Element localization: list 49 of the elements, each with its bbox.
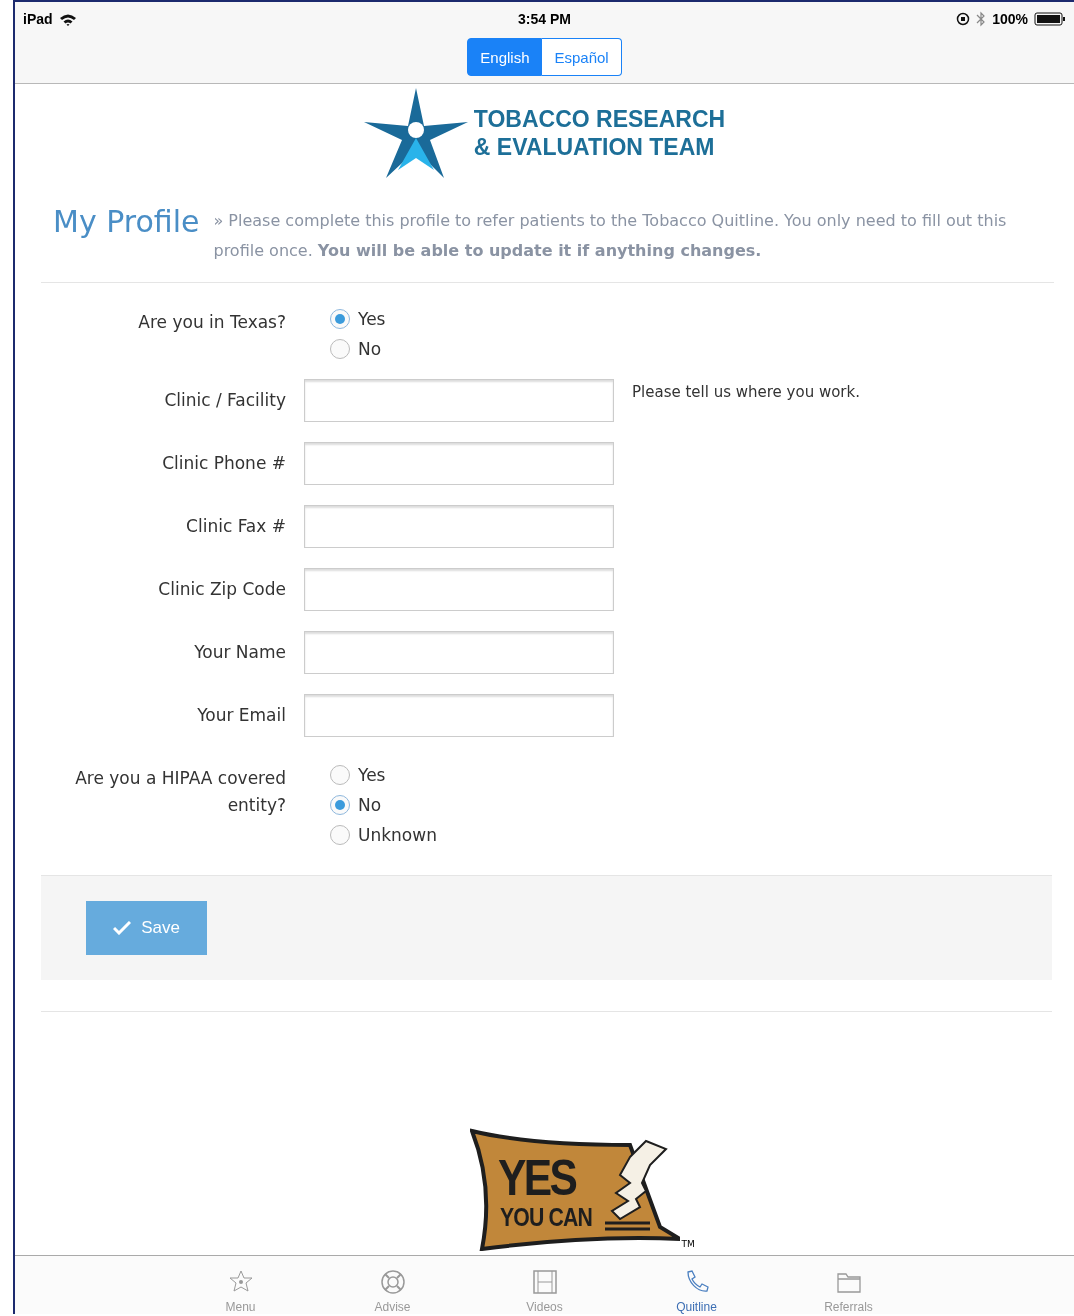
language-tab[interactable]: English	[467, 38, 543, 76]
logo-text: TOBACCO RESEARCH	[473, 105, 726, 133]
field-label: Are you a HIPAA covered entity?	[74, 767, 286, 817]
field-label: Clinic / Facility	[163, 389, 286, 412]
radio-button[interactable]	[330, 795, 350, 815]
lifebuoy-icon	[378, 1268, 407, 1296]
film-icon	[530, 1268, 559, 1296]
radio-button[interactable]	[330, 339, 350, 359]
battery-percentage: 100%	[992, 11, 1028, 27]
intro-text: » Please complete this profile to refer patients to the Tobacco Quitline. You only need to fill out this profile once. You will be able to update it if anything changes.	[213, 210, 1008, 262]
input-field[interactable]	[304, 568, 614, 611]
radio-button[interactable]	[330, 765, 350, 785]
field-label: Your Name	[193, 641, 286, 664]
language-tab[interactable]: Español	[542, 38, 622, 76]
tab-bar-item[interactable]: Quitline	[620, 1256, 773, 1314]
field-label: Your Email	[196, 704, 286, 727]
tab-bar-item[interactable]: Videos	[468, 1256, 621, 1314]
radio-label: Yes	[358, 765, 386, 785]
wifi-icon	[58, 12, 77, 26]
radio-label: No	[358, 339, 382, 359]
save-button[interactable]: Save	[86, 901, 207, 955]
input-field[interactable]	[304, 631, 614, 674]
check-icon	[113, 921, 132, 935]
logo-text: & EVALUATION TEAM	[473, 133, 716, 161]
page-title: My Profile	[53, 203, 200, 241]
tab-bar-item[interactable]: Menu	[164, 1256, 317, 1314]
device-name: iPad	[23, 11, 53, 27]
star-logo-icon	[363, 88, 468, 178]
input-field[interactable]	[304, 379, 614, 422]
radio-button[interactable]	[330, 825, 350, 845]
input-field[interactable]	[304, 694, 614, 737]
field-label: Are you in Texas?	[137, 311, 286, 334]
rotation-lock-icon	[956, 12, 971, 26]
bluetooth-icon	[976, 11, 987, 27]
radio-label: Yes	[358, 309, 386, 329]
radio-button[interactable]	[330, 309, 350, 329]
field-label: Clinic Fax #	[185, 515, 286, 538]
clock: 3:54 PM	[518, 11, 571, 27]
tab-bar-item[interactable]: Referrals	[772, 1256, 925, 1314]
input-field[interactable]	[304, 505, 614, 548]
field-label: Clinic Phone #	[161, 452, 286, 475]
battery-icon	[1034, 12, 1066, 26]
input-field[interactable]	[304, 442, 614, 485]
field-label: Clinic Zip Code	[157, 578, 286, 601]
trademark-mark: TM	[681, 1239, 695, 1249]
radio-label: Unknown	[358, 825, 437, 845]
radio-label: No	[358, 795, 382, 815]
tab-bar-item[interactable]: Advise	[316, 1256, 469, 1314]
help-text: Please tell us where you work.	[632, 382, 861, 401]
